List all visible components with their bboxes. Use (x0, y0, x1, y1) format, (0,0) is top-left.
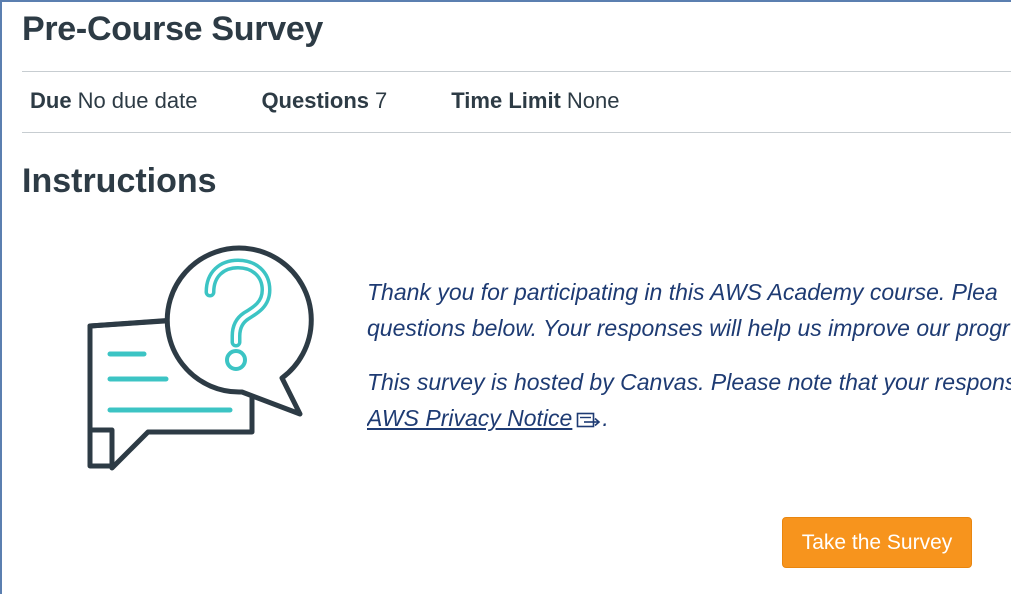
link-suffix: . (602, 405, 609, 431)
page-title: Pre-Course Survey (22, 10, 324, 48)
divider (22, 71, 1011, 72)
instructions-heading: Instructions (22, 162, 217, 200)
time-limit-value: None (566, 88, 620, 113)
external-link-icon (577, 412, 601, 428)
privacy-notice-link[interactable]: AWS Privacy Notice (367, 405, 572, 431)
due-value: No due date (77, 88, 198, 113)
instructions-line: questions below. Your responses will hel… (367, 315, 1010, 341)
questions-detail: Questions 7 (261, 88, 387, 114)
privacy-paragraph: This survey is hosted by Canvas. Please … (367, 364, 1011, 436)
quiz-details: Due No due date Questions 7 Time Limit None (30, 88, 683, 114)
privacy-notice-link-text: AWS Privacy Notice (367, 405, 573, 431)
due-label: Due (30, 88, 72, 113)
instructions-paragraph: Thank you for participating in this AWS … (367, 274, 1011, 346)
due-detail: Due No due date (30, 88, 197, 114)
quiz-page: Pre-Course Survey Due No due date Questio… (0, 0, 1011, 594)
questions-label: Questions (261, 88, 370, 113)
instructions-line: Thank you for participating in this AWS … (367, 279, 998, 305)
instructions-text: Thank you for participating in this AWS … (367, 274, 1011, 436)
take-survey-button[interactable]: Take the Survey (782, 517, 972, 568)
time-limit-label: Time Limit (451, 88, 561, 113)
questions-value: 7 (375, 88, 388, 113)
question-speech-bubble-icon (87, 245, 314, 471)
time-limit-detail: Time Limit None (451, 88, 619, 114)
instructions-line: This survey is hosted by Canvas. Please … (367, 369, 1011, 395)
divider (22, 132, 1011, 133)
